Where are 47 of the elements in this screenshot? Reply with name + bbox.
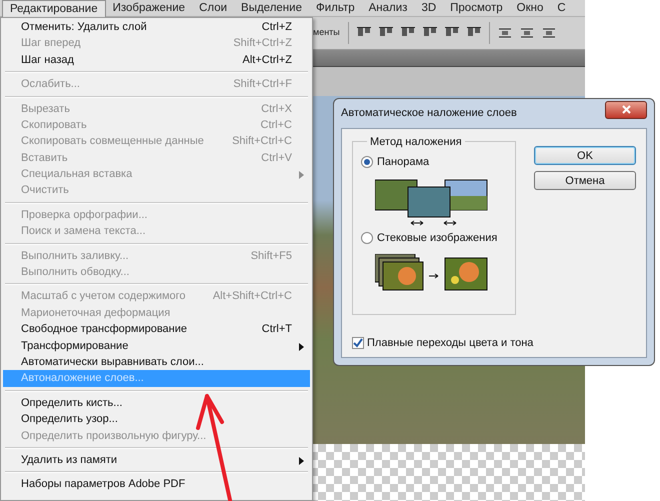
menu-item[interactable]: Определить кисть... xyxy=(3,394,310,412)
menu-bar-item[interactable]: Выделение xyxy=(234,0,309,16)
group-title: Метод наложения xyxy=(367,134,465,150)
shortcut-text: Alt+Ctrl+Z xyxy=(242,52,292,68)
menu-item[interactable]: Определить узор... xyxy=(3,411,310,428)
shortcut-text: Ctrl+X xyxy=(261,102,292,117)
shortcut-text: Ctrl+Z xyxy=(262,20,292,35)
options-label: менты xyxy=(313,26,340,40)
shortcut-text: Ctrl+C xyxy=(260,118,292,133)
menu-item[interactable]: Отменить: Удалить слой Ctrl+Z xyxy=(3,19,310,36)
checkbox-label: Плавные переходы цвета и тона xyxy=(367,336,534,350)
menu-bar-item[interactable]: Слои xyxy=(192,0,234,16)
shortcut-text: Ctrl+V xyxy=(261,150,292,166)
checkmark-icon xyxy=(353,338,363,348)
close-button[interactable] xyxy=(605,100,647,118)
menu-bar-item[interactable]: Изображение xyxy=(106,0,192,16)
distribute-icon xyxy=(498,26,512,40)
menu-bar-item[interactable]: Анализ xyxy=(362,0,414,16)
menu-item[interactable]: Трансформирование xyxy=(3,338,310,354)
shortcut-text: Shift+F5 xyxy=(250,248,292,264)
close-icon xyxy=(622,105,630,114)
menu-bar-item[interactable]: Редактирование xyxy=(2,0,106,16)
checkbox[interactable] xyxy=(352,336,364,349)
radio-button[interactable] xyxy=(361,156,373,168)
distribute-icon xyxy=(542,26,556,40)
shortcut-text: Shift+Ctrl+Z xyxy=(233,36,292,52)
menu-item[interactable]: Наборы параметров Adobe PDF xyxy=(3,476,310,493)
shortcut-text: Shift+Ctrl+C xyxy=(232,134,292,150)
menu-item[interactable]: Автоматически выравнивать слои... xyxy=(3,354,310,370)
menu-bar-item[interactable]: 3D xyxy=(414,0,444,16)
menu-bar-item[interactable]: Окно xyxy=(510,0,550,16)
dialog-button[interactable]: OK xyxy=(534,146,636,165)
distribute-icon xyxy=(520,26,534,40)
menu-item[interactable]: Свободное трансформирование Ctrl+T xyxy=(3,321,310,338)
dialog-title: Автоматическое наложение слоев xyxy=(341,106,517,122)
menu-bar-item[interactable]: С xyxy=(550,0,573,16)
shortcut-text: Alt+Shift+Ctrl+C xyxy=(212,289,292,304)
radio-label: Стековые изображения xyxy=(377,230,498,246)
menu-bar-item[interactable]: Просмотр xyxy=(443,0,510,16)
shortcut-text: Ctrl+T xyxy=(262,322,292,338)
radio-button[interactable] xyxy=(361,232,373,244)
menu-bar-item[interactable]: Фильтр xyxy=(308,0,362,16)
radio-label: Панорама xyxy=(377,155,430,170)
menu-item[interactable]: Удалить из памяти xyxy=(3,452,310,468)
shortcut-text: Shift+Ctrl+F xyxy=(233,77,292,92)
dialog-button[interactable]: Отмена xyxy=(534,171,636,190)
menu-item[interactable]: Шаг назад Alt+Ctrl+Z xyxy=(3,52,310,68)
